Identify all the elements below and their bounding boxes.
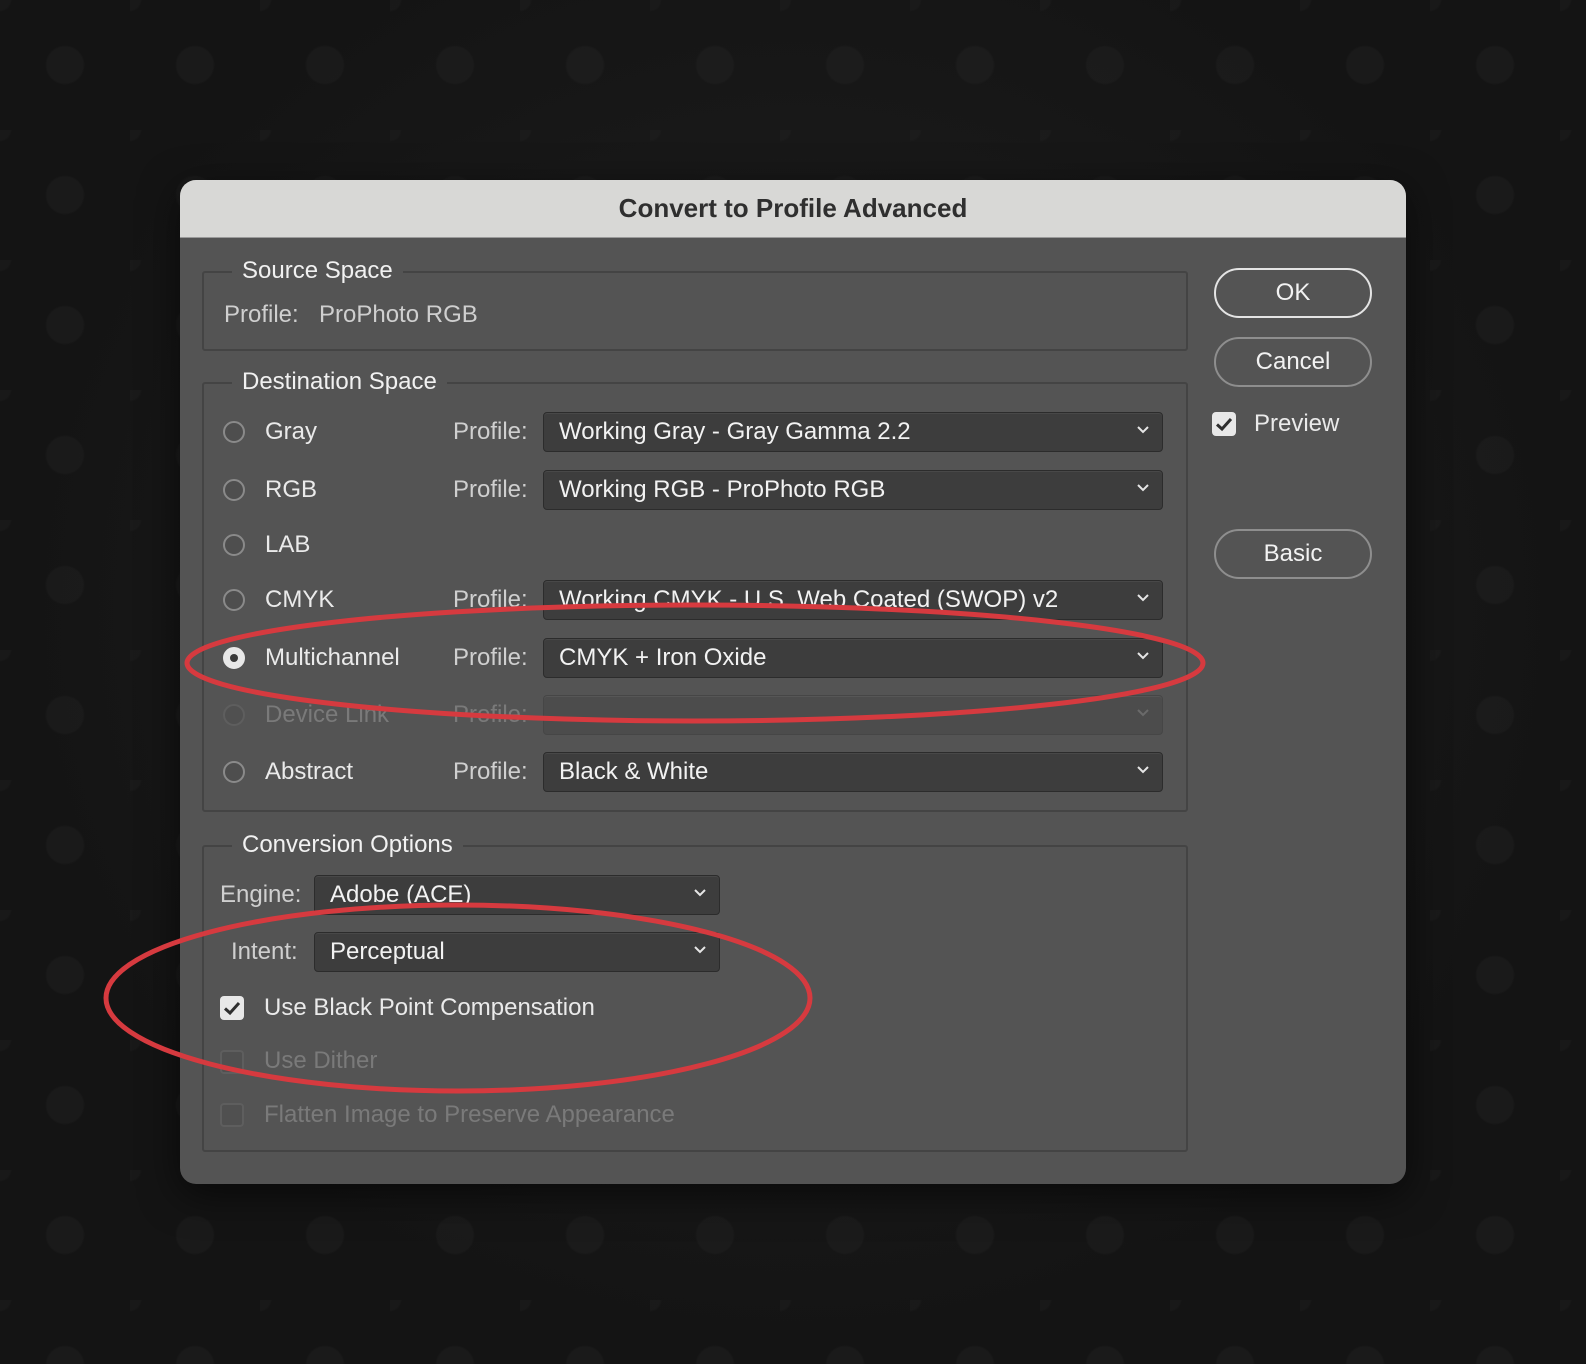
chevron-down-icon [1136, 705, 1150, 719]
chevron-down-icon [1136, 422, 1150, 436]
source-space-group: Source Space Profile: ProPhoto RGB [202, 256, 1188, 351]
cmyk-profile-label: Profile: [453, 586, 528, 613]
radio-lab-label[interactable]: LAB [265, 530, 310, 560]
intent-value: Perceptual [330, 938, 445, 965]
flatten-checkbox [220, 1103, 244, 1127]
gray-profile-label: Profile: [453, 418, 528, 445]
rgb-profile-select[interactable]: Working RGB - ProPhoto RGB [543, 470, 1163, 510]
preview-checkbox[interactable] [1212, 412, 1236, 436]
destination-space-group: Destination Space Gray Profile: Working … [202, 367, 1188, 812]
chevron-down-icon [1136, 480, 1150, 494]
black-point-checkbox[interactable] [220, 996, 244, 1020]
conversion-options-legend: Conversion Options [232, 830, 463, 860]
checkmark-icon [223, 1001, 241, 1016]
chevron-down-icon [1136, 648, 1150, 662]
source-profile-value: ProPhoto RGB [319, 301, 478, 328]
rgb-profile-label: Profile: [453, 476, 528, 503]
dialog-title: Convert to Profile Advanced [618, 193, 968, 223]
multichannel-profile-value: CMYK + Iron Oxide [559, 644, 767, 671]
radio-multichannel[interactable] [223, 647, 245, 669]
source-space-legend: Source Space [232, 256, 403, 286]
engine-label: Engine: [220, 881, 302, 908]
chevron-down-icon [1136, 590, 1150, 604]
basic-button-label: Basic [1263, 540, 1323, 567]
chevron-down-icon [693, 942, 707, 956]
flatten-label: Flatten Image to Preserve Appearance [264, 1101, 675, 1128]
device-link-profile-select [543, 695, 1163, 735]
source-profile-label: Profile: [224, 301, 299, 328]
destination-space-legend: Destination Space [232, 367, 447, 397]
abstract-profile-select[interactable]: Black & White [543, 752, 1163, 792]
multichannel-profile-select[interactable]: CMYK + Iron Oxide [543, 638, 1163, 678]
dither-checkbox [220, 1050, 244, 1074]
radio-rgb[interactable] [223, 479, 245, 501]
cmyk-profile-value: Working CMYK - U.S. Web Coated (SWOP) v2 [559, 586, 1059, 613]
intent-label: Intent: [231, 938, 298, 965]
multichannel-profile-label: Profile: [453, 644, 528, 671]
chevron-down-icon [1136, 762, 1150, 776]
basic-button[interactable]: Basic [1214, 529, 1372, 579]
radio-lab[interactable] [223, 534, 245, 556]
device-link-profile-label: Profile: [453, 701, 528, 728]
radio-rgb-label[interactable]: RGB [265, 475, 317, 505]
gray-profile-select[interactable]: Working Gray - Gray Gamma 2.2 [543, 412, 1163, 452]
engine-select[interactable]: Adobe (ACE) [314, 875, 720, 915]
radio-abstract-label[interactable]: Abstract [265, 757, 353, 787]
radio-multichannel-label[interactable]: Multichannel [265, 643, 400, 673]
abstract-profile-value: Black & White [559, 758, 709, 785]
radio-cmyk[interactable] [223, 589, 245, 611]
engine-value: Adobe (ACE) [330, 881, 472, 908]
radio-cmyk-label[interactable]: CMYK [265, 585, 334, 615]
cmyk-profile-select[interactable]: Working CMYK - U.S. Web Coated (SWOP) v2 [543, 580, 1163, 620]
intent-select[interactable]: Perceptual [314, 932, 720, 972]
radio-abstract[interactable] [223, 761, 245, 783]
abstract-profile-label: Profile: [453, 758, 528, 785]
ok-button[interactable]: OK [1214, 268, 1372, 318]
ok-button-label: OK [1275, 279, 1311, 306]
conversion-options-group: Conversion Options Engine: Adobe (ACE) I… [202, 830, 1188, 1152]
cancel-button-label: Cancel [1255, 348, 1331, 375]
radio-device-link-label: Device Link [265, 701, 390, 728]
radio-gray-label[interactable]: Gray [265, 417, 317, 447]
convert-to-profile-dialog: Convert to Profile Advanced Source Space… [180, 180, 1406, 1184]
dither-label: Use Dither [264, 1047, 378, 1074]
chevron-down-icon [693, 885, 707, 899]
radio-gray[interactable] [223, 421, 245, 443]
cancel-button[interactable]: Cancel [1214, 337, 1372, 387]
gray-profile-value: Working Gray - Gray Gamma 2.2 [559, 418, 911, 445]
radio-device-link [223, 704, 245, 726]
preview-label[interactable]: Preview [1254, 409, 1339, 439]
dialog-titlebar[interactable]: Convert to Profile Advanced [180, 180, 1406, 238]
black-point-label[interactable]: Use Black Point Compensation [264, 993, 595, 1023]
rgb-profile-value: Working RGB - ProPhoto RGB [559, 476, 886, 503]
checkmark-icon [1215, 417, 1233, 432]
